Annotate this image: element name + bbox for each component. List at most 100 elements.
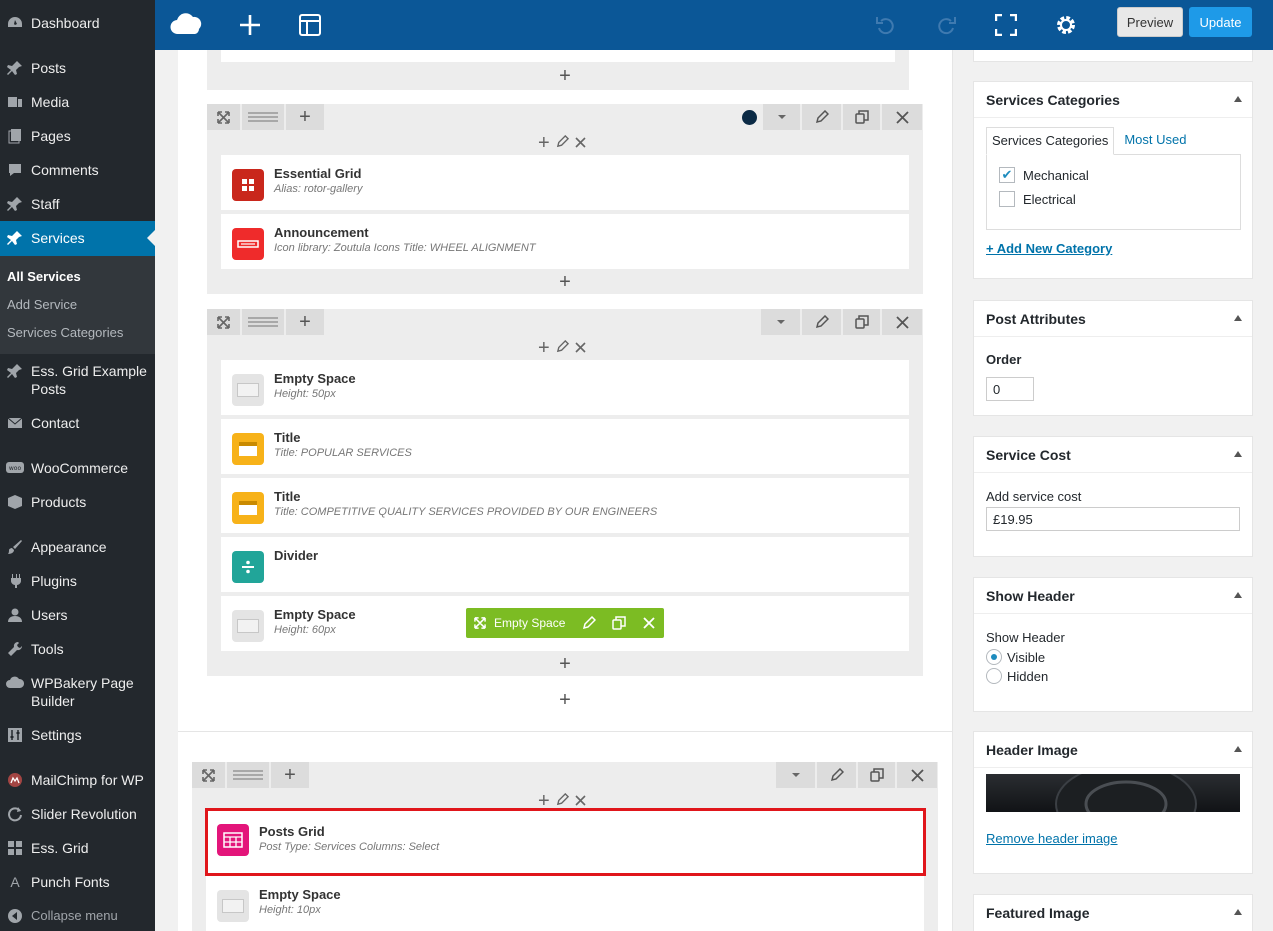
submenu-add-service[interactable]: Add Service xyxy=(7,297,77,312)
row-add-column-icon[interactable]: + xyxy=(286,104,325,130)
category-checkbox[interactable]: ✔ xyxy=(999,167,1015,183)
wpbakery-logo-icon[interactable] xyxy=(169,9,207,41)
row-move-icon[interactable] xyxy=(207,309,241,335)
element-edit-pencil-icon[interactable] xyxy=(574,616,604,630)
menu-posts[interactable]: Posts xyxy=(0,59,155,77)
menu-woocommerce[interactable]: woo WooCommerce xyxy=(0,459,155,477)
menu-ess-grid[interactable]: Ess. Grid xyxy=(0,839,155,857)
menu-punch-fonts[interactable]: A Punch Fonts xyxy=(0,873,155,891)
collapse-arrow-icon[interactable] xyxy=(1234,315,1242,321)
panel-title[interactable]: Show Header xyxy=(974,578,1252,614)
row-layout-icon[interactable] xyxy=(227,762,270,788)
element-essential-grid[interactable]: Essential Grid Alias: rotor-gallery xyxy=(221,155,909,210)
add-element-icon[interactable] xyxy=(234,9,266,41)
menu-ess-grid-example-posts[interactable]: Ess. Grid Example Posts xyxy=(0,362,150,398)
menu-settings[interactable]: Settings xyxy=(0,726,155,744)
column-add-icon[interactable]: + xyxy=(538,791,550,811)
radio-visible[interactable]: Visible xyxy=(986,649,1045,665)
menu-tools[interactable]: Tools xyxy=(0,640,155,658)
row-clone-icon[interactable] xyxy=(843,309,881,335)
element-posts-grid[interactable]: Posts Grid Post Type: Services Columns: … xyxy=(205,808,926,876)
row-delete-icon[interactable] xyxy=(882,104,923,130)
column-delete-icon[interactable] xyxy=(575,341,586,356)
column-add-icon[interactable]: + xyxy=(538,338,550,358)
radio-button[interactable] xyxy=(986,649,1002,665)
column-edit-pencil-icon[interactable] xyxy=(556,792,569,809)
element-announcement[interactable]: Announcement Icon library: Zoutula Icons… xyxy=(221,214,909,269)
menu-collapse[interactable]: Collapse menu xyxy=(0,907,155,925)
templates-icon[interactable] xyxy=(294,9,326,41)
element-divider[interactable]: Divider xyxy=(221,537,909,592)
tab-all-categories[interactable]: Services Categories xyxy=(986,127,1115,155)
row-edit-pencil-icon[interactable] xyxy=(802,309,842,335)
preview-button[interactable]: Preview xyxy=(1117,7,1183,37)
row-clone-icon[interactable] xyxy=(843,104,881,130)
row-add-column-icon[interactable]: + xyxy=(271,762,310,788)
category-checkbox[interactable] xyxy=(999,191,1015,207)
header-image-preview[interactable] xyxy=(986,774,1240,812)
column-edit-pencil-icon[interactable] xyxy=(556,134,569,151)
row-color-dot-icon[interactable] xyxy=(738,104,760,130)
menu-mailchimp[interactable]: MailChimp for WP xyxy=(0,771,155,789)
submenu-services-categories[interactable]: Services Categories xyxy=(7,325,123,340)
row-toggle-icon[interactable] xyxy=(763,104,801,130)
panel-title[interactable]: Service Cost xyxy=(974,437,1252,473)
element-move-icon[interactable] xyxy=(466,617,494,629)
element-title-block[interactable]: Title Title: POPULAR SERVICES xyxy=(221,419,909,474)
panel-title[interactable]: Post Attributes xyxy=(974,301,1252,337)
radio-button[interactable] xyxy=(986,668,1002,684)
menu-contact[interactable]: Contact xyxy=(0,414,155,432)
element-delete-icon[interactable] xyxy=(634,617,664,629)
menu-users[interactable]: Users xyxy=(0,606,155,624)
add-element-plus-icon[interactable]: + xyxy=(555,272,575,292)
add-element-plus-icon[interactable]: + xyxy=(555,66,575,86)
radio-hidden[interactable]: Hidden xyxy=(986,668,1048,684)
menu-products[interactable]: Products xyxy=(0,493,155,511)
row-layout-icon[interactable] xyxy=(242,309,285,335)
panel-title[interactable]: Featured Image xyxy=(974,895,1252,931)
collapse-arrow-icon[interactable] xyxy=(1234,451,1242,457)
column-delete-icon[interactable] xyxy=(575,794,586,809)
service-cost-input[interactable]: £19.95 xyxy=(986,507,1240,531)
panel-title[interactable]: Services Categories xyxy=(974,82,1252,118)
menu-slider-revolution[interactable]: Slider Revolution xyxy=(0,805,155,823)
tab-most-used[interactable]: Most Used xyxy=(1114,127,1196,155)
row-delete-icon[interactable] xyxy=(882,309,923,335)
add-row-plus-icon[interactable]: + xyxy=(555,690,575,710)
element-empty-space[interactable]: Empty Space Height: 10px xyxy=(206,876,924,931)
menu-comments[interactable]: Comments xyxy=(0,161,155,179)
menu-staff[interactable]: Staff xyxy=(0,195,155,213)
column-edit-pencil-icon[interactable] xyxy=(556,339,569,356)
add-new-category-link[interactable]: + Add New Category xyxy=(986,241,1112,256)
menu-wpbakery[interactable]: WPBakery Page Builder xyxy=(0,674,150,710)
row-toggle-icon[interactable] xyxy=(761,309,801,335)
row-edit-pencil-icon[interactable] xyxy=(817,762,857,788)
row-clone-icon[interactable] xyxy=(858,762,896,788)
row-move-icon[interactable] xyxy=(207,104,241,130)
row-add-column-icon[interactable]: + xyxy=(286,309,325,335)
column-delete-icon[interactable] xyxy=(575,136,586,151)
collapse-arrow-icon[interactable] xyxy=(1234,96,1242,102)
collapse-arrow-icon[interactable] xyxy=(1234,746,1242,752)
menu-pages[interactable]: Pages xyxy=(0,127,155,145)
collapse-arrow-icon[interactable] xyxy=(1234,592,1242,598)
order-input[interactable]: 0 xyxy=(986,377,1034,401)
category-item[interactable]: ✔ Mechanical xyxy=(999,167,1228,183)
remove-header-image-link[interactable]: Remove header image xyxy=(986,831,1118,846)
panel-title[interactable]: Header Image xyxy=(974,732,1252,768)
row-move-icon[interactable] xyxy=(192,762,226,788)
row-delete-icon[interactable] xyxy=(897,762,938,788)
row-layout-icon[interactable] xyxy=(242,104,285,130)
row-toggle-icon[interactable] xyxy=(776,762,816,788)
element-empty-space[interactable]: Empty Space Height: 50px xyxy=(221,360,909,415)
column-add-icon[interactable]: + xyxy=(538,133,550,153)
menu-plugins[interactable]: Plugins xyxy=(0,572,155,590)
collapse-arrow-icon[interactable] xyxy=(1234,909,1242,915)
element-title-block[interactable]: Title Title: COMPETITIVE QUALITY SERVICE… xyxy=(221,478,909,533)
element-clone-icon[interactable] xyxy=(604,616,634,630)
update-button[interactable]: Update xyxy=(1189,7,1252,37)
menu-dashboard[interactable]: Dashboard xyxy=(0,14,155,32)
row-edit-pencil-icon[interactable] xyxy=(802,104,842,130)
fullscreen-icon[interactable] xyxy=(990,9,1022,41)
menu-media[interactable]: Media xyxy=(0,93,155,111)
